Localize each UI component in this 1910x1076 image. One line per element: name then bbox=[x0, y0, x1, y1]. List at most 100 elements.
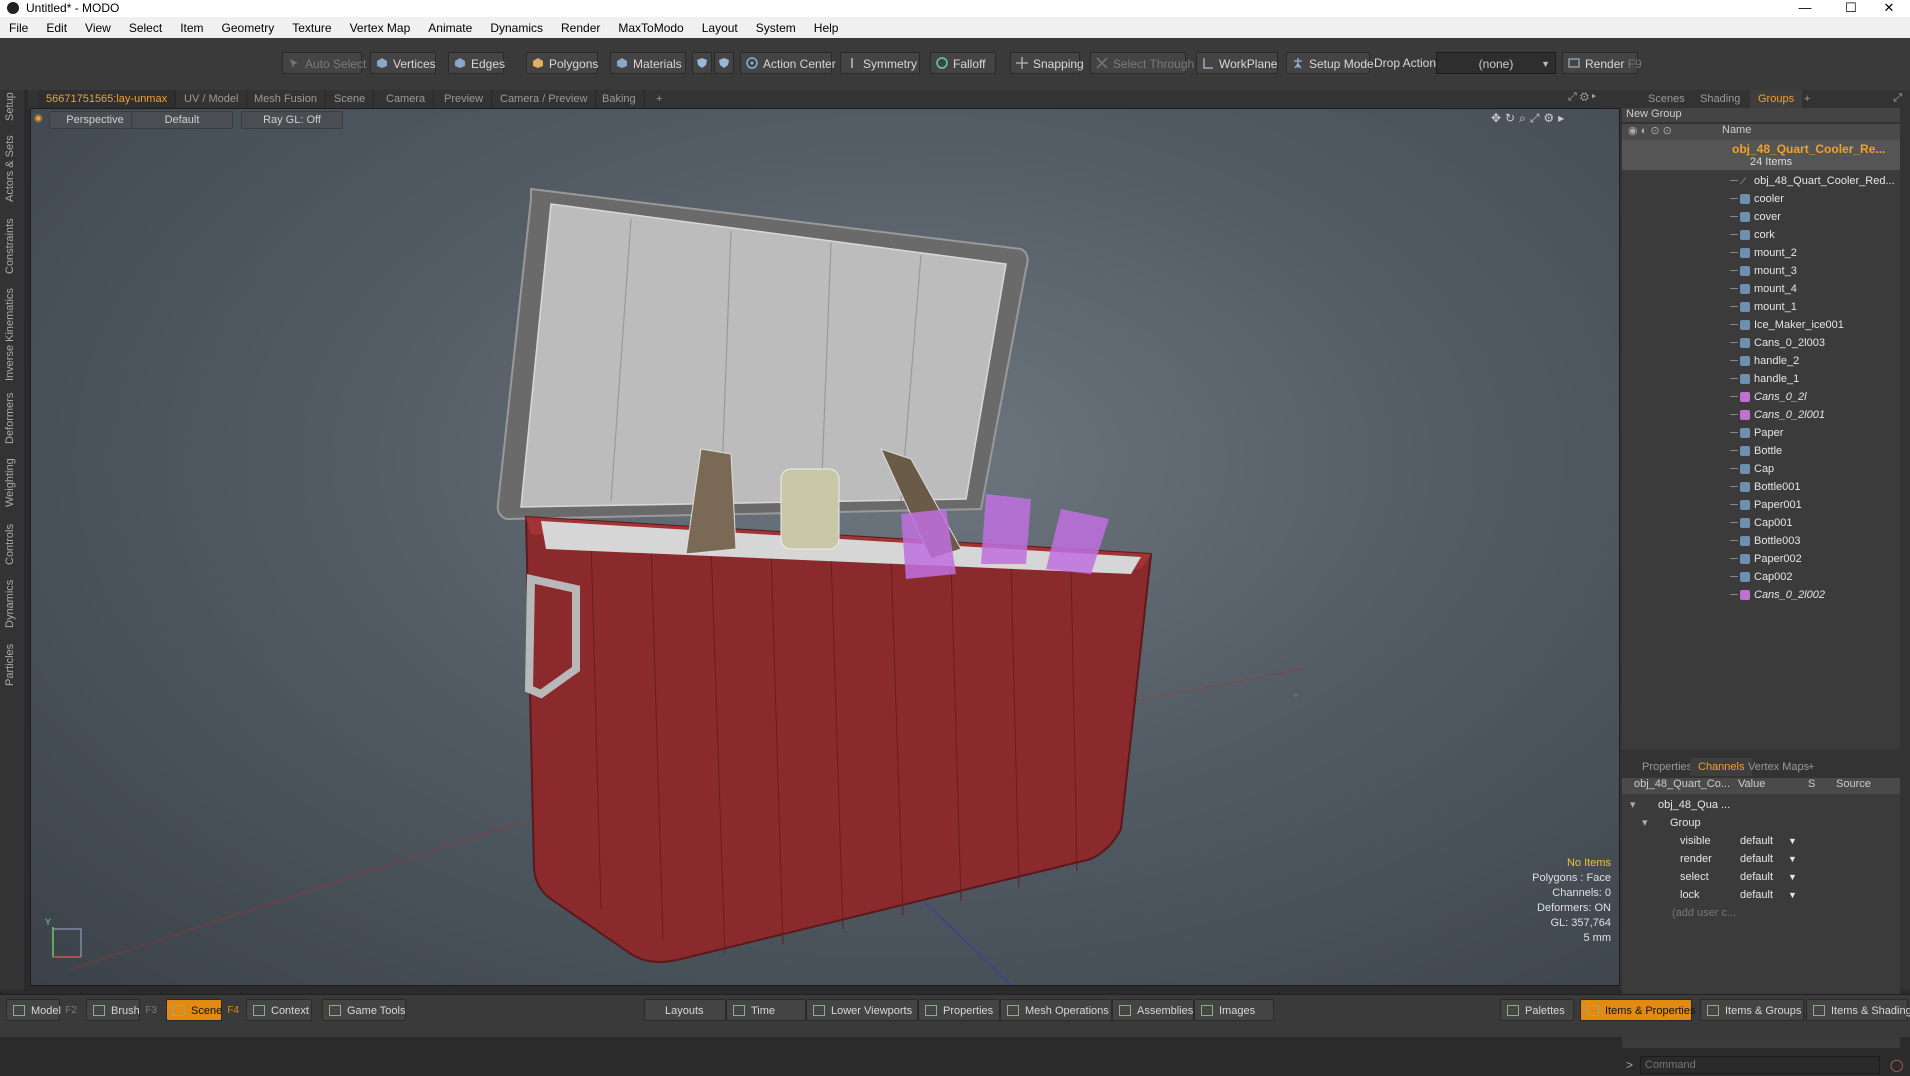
mode-brush-button[interactable]: Brush F3 bbox=[86, 999, 157, 1021]
menu-animate[interactable]: Animate bbox=[419, 21, 481, 35]
properties-button[interactable]: Properties bbox=[918, 999, 1000, 1021]
vtab-weighting[interactable]: Weighting bbox=[4, 454, 20, 512]
vtab-particles[interactable]: Particles bbox=[4, 638, 20, 692]
channel-select-row[interactable]: select default ▼ bbox=[1624, 868, 1902, 886]
time-button[interactable]: Time bbox=[726, 999, 806, 1021]
group-root-row[interactable]: obj_48_Quart_Cooler_Re... 24 Items bbox=[1622, 140, 1900, 170]
group-item-row[interactable]: Cap001 bbox=[1622, 514, 1900, 532]
chevron-down-icon[interactable]: ▼ bbox=[1788, 886, 1797, 904]
3d-viewport[interactable]: ◉ Perspective Default Ray GL: Off ✥↻⌕⤢⚙▸ bbox=[30, 108, 1620, 986]
group-item-row[interactable]: Bottle bbox=[1622, 442, 1900, 460]
menu-file[interactable]: File bbox=[0, 21, 37, 35]
tab-shading[interactable]: Shading bbox=[1692, 90, 1748, 108]
images-button[interactable]: Images bbox=[1194, 999, 1274, 1021]
workplane-button[interactable]: WorkPlane bbox=[1196, 52, 1278, 74]
vtab-actors-sets[interactable]: Actors & Sets bbox=[4, 134, 20, 204]
items-properties-button[interactable]: Items & Properties bbox=[1580, 999, 1695, 1021]
menu-layout[interactable]: Layout bbox=[693, 21, 747, 35]
close-button[interactable]: ✕ bbox=[1866, 0, 1910, 17]
channel-visible-row[interactable]: visible default ▼ bbox=[1624, 832, 1902, 850]
channel-group-row[interactable]: ▾ Group bbox=[1624, 814, 1902, 832]
command-input[interactable] bbox=[1640, 1056, 1880, 1074]
falloff-button[interactable]: Falloff bbox=[930, 52, 996, 74]
menu-maxtomodo[interactable]: MaxToModo bbox=[609, 21, 692, 35]
lower-viewports-button[interactable]: Lower Viewports bbox=[806, 999, 918, 1021]
shield-toggle-1[interactable] bbox=[692, 52, 712, 74]
menu-help[interactable]: Help bbox=[805, 21, 848, 35]
chevron-down-icon[interactable]: ▼ bbox=[1788, 850, 1797, 868]
auto-select-button[interactable]: Auto Select bbox=[282, 52, 366, 74]
palettes-button[interactable]: Palettes bbox=[1500, 999, 1574, 1021]
add-tab-button[interactable]: + bbox=[648, 90, 670, 108]
group-item-row[interactable]: Cans_0_2l002 bbox=[1622, 586, 1900, 604]
edges-button[interactable]: Edges bbox=[448, 52, 505, 74]
menu-select[interactable]: Select bbox=[120, 21, 171, 35]
tab-lay-unmax[interactable]: 56671751565:lay-unmax bbox=[38, 90, 177, 108]
tab-scene[interactable]: Scene bbox=[326, 90, 375, 108]
tab-camera-preview[interactable]: Camera / Preview bbox=[492, 90, 597, 108]
add-panel-tab[interactable]: + bbox=[1796, 90, 1818, 108]
group-item-row[interactable]: Cans_0_2l bbox=[1622, 388, 1900, 406]
group-item-row[interactable]: Bottle003 bbox=[1622, 532, 1900, 550]
mesh-operations-button[interactable]: Mesh Operations bbox=[1000, 999, 1112, 1021]
materials-button[interactable]: Materials bbox=[610, 52, 686, 74]
chevron-down-icon[interactable]: ▼ bbox=[1788, 868, 1797, 886]
add-user-channel-row[interactable]: (add user c... bbox=[1624, 904, 1902, 922]
polygons-button[interactable]: Polygons bbox=[526, 52, 598, 74]
menu-item[interactable]: Item bbox=[171, 21, 212, 35]
group-item-row[interactable]: handle_2 bbox=[1622, 352, 1900, 370]
menu-render[interactable]: Render bbox=[552, 21, 609, 35]
add-props-tab[interactable]: + bbox=[1800, 758, 1822, 776]
group-item-row[interactable]: Paper bbox=[1622, 424, 1900, 442]
tab-groups[interactable]: Groups bbox=[1750, 90, 1803, 108]
items-shading-button[interactable]: Items & Shading bbox=[1806, 999, 1910, 1021]
vtab-dynamics[interactable]: Dynamics bbox=[4, 578, 20, 630]
group-item-row[interactable]: Paper002 bbox=[1622, 550, 1900, 568]
symmetry-button[interactable]: Symmetry bbox=[840, 52, 920, 74]
menu-edit[interactable]: Edit bbox=[37, 21, 76, 35]
group-item-row[interactable]: Ice_Maker_ice001 bbox=[1622, 316, 1900, 334]
action-center-button[interactable]: Action Center bbox=[740, 52, 836, 74]
vertices-button[interactable]: Vertices bbox=[370, 52, 436, 74]
menu-geometry[interactable]: Geometry bbox=[213, 21, 284, 35]
group-item-row[interactable]: cover bbox=[1622, 208, 1900, 226]
snapping-button[interactable]: Snapping bbox=[1010, 52, 1084, 74]
tab-camera[interactable]: Camera bbox=[378, 90, 435, 108]
new-group-button[interactable]: New Group bbox=[1622, 108, 1900, 122]
tab-preview[interactable]: Preview bbox=[436, 90, 493, 108]
tab-mesh-fusion[interactable]: Mesh Fusion bbox=[246, 90, 326, 108]
mode-model-button[interactable]: Model F2 bbox=[6, 999, 77, 1021]
vtab-inverse-kinematics[interactable]: Inverse Kinematics bbox=[4, 288, 20, 382]
group-item-row[interactable]: ⟋ obj_48_Quart_Cooler_Red... bbox=[1622, 172, 1900, 190]
menu-system[interactable]: System bbox=[747, 21, 805, 35]
mode-game-tools-button[interactable]: Game Tools bbox=[322, 999, 406, 1021]
tab-scenes[interactable]: Scenes bbox=[1640, 90, 1693, 108]
viewport-options-icon[interactable]: ⤢ ⚙ ▸ bbox=[1568, 91, 1596, 104]
group-item-row[interactable]: Paper001 bbox=[1622, 496, 1900, 514]
tab-uv-model[interactable]: UV / Model bbox=[176, 90, 248, 108]
shield-toggle-2[interactable] bbox=[714, 52, 734, 74]
layouts-button[interactable]: Layouts bbox=[644, 999, 726, 1021]
group-item-row[interactable]: handle_1 bbox=[1622, 370, 1900, 388]
chevron-down-icon[interactable]: ▼ bbox=[1788, 832, 1797, 850]
group-item-row[interactable]: Bottle001 bbox=[1622, 478, 1900, 496]
group-item-row[interactable]: mount_2 bbox=[1622, 244, 1900, 262]
record-icon[interactable]: ◯ bbox=[1890, 1058, 1903, 1072]
drop-action-dropdown[interactable]: (none) ▼ bbox=[1436, 52, 1556, 74]
vtab-controls[interactable]: Controls bbox=[4, 520, 20, 570]
menu-texture[interactable]: Texture bbox=[283, 21, 340, 35]
tab-baking[interactable]: Baking bbox=[594, 90, 645, 108]
group-item-row[interactable]: mount_1 bbox=[1622, 298, 1900, 316]
channel-lock-row[interactable]: lock default ▼ bbox=[1624, 886, 1902, 904]
group-item-row[interactable]: cooler bbox=[1622, 190, 1900, 208]
render-button[interactable]: Render F9 bbox=[1562, 52, 1642, 74]
select-through-button[interactable]: Select Through bbox=[1090, 52, 1194, 74]
channel-root-row[interactable]: ▾ obj_48_Qua ... bbox=[1624, 796, 1902, 814]
group-item-row[interactable]: Cap bbox=[1622, 460, 1900, 478]
channel-render-row[interactable]: render default ▼ bbox=[1624, 850, 1902, 868]
mode-context-button[interactable]: Context bbox=[246, 999, 312, 1021]
vtab-constraints[interactable]: Constraints bbox=[4, 214, 20, 278]
group-item-row[interactable]: cork bbox=[1622, 226, 1900, 244]
menu-vertex-map[interactable]: Vertex Map bbox=[341, 21, 420, 35]
mode-scene-button[interactable]: Scene F4 bbox=[166, 999, 239, 1021]
